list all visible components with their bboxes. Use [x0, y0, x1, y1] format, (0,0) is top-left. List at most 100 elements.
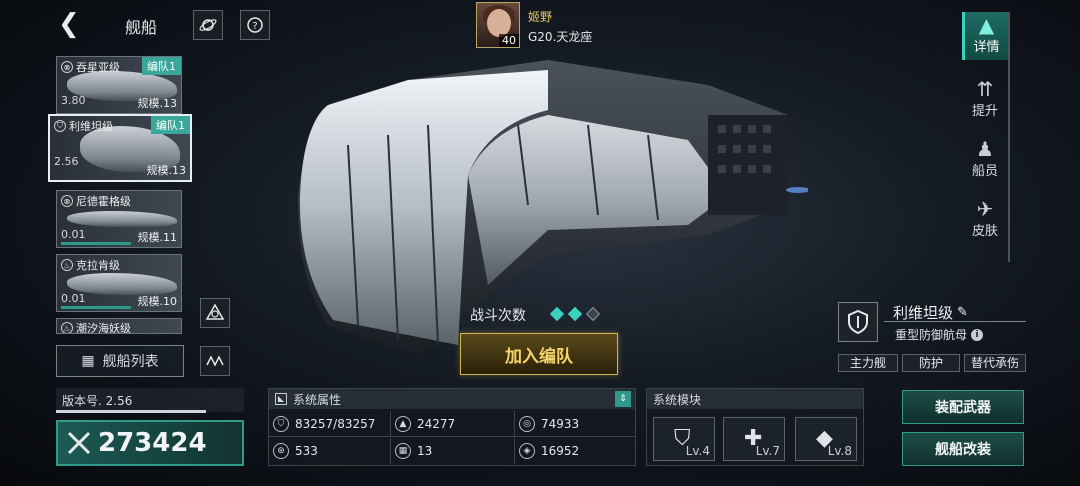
class-icon: ⛉ [54, 120, 66, 132]
ship-modify-button[interactable]: 舰船改装 [902, 432, 1024, 466]
attr-value: 74933 [541, 416, 580, 431]
attr-speed: ◈ 16952 [515, 438, 635, 464]
grid-icon: ▦ [395, 443, 411, 459]
tab-upgrade[interactable]: ⇈ 提升 [962, 78, 1008, 119]
edit-icon[interactable]: ✎ [957, 305, 968, 320]
join-fleet-button[interactable]: 加入编队 [460, 333, 618, 375]
tag-main-ship: 主力舰 [838, 354, 898, 372]
grid-icon: ▦ [81, 353, 95, 369]
fleet-badge: 编队1 [151, 116, 190, 134]
info-icon[interactable]: i [971, 328, 984, 341]
attr-grid: ▦ 13 [391, 438, 515, 464]
ship-class: 重型防御航母 [895, 328, 968, 342]
ship-card-name: 潮汐海妖级 [76, 322, 131, 334]
tab-details-label: 详情 [973, 40, 1000, 55]
ship-card-progress [61, 242, 131, 245]
equip-weapons-button[interactable]: 装配武器 [902, 390, 1024, 424]
fleet-filter-icon[interactable] [200, 298, 230, 328]
ship-card-level: 3.80 [61, 94, 86, 107]
battle-count-label: 战斗次数 [470, 308, 526, 324]
attributes-title: 系统属性 [293, 392, 342, 407]
ship-card-level: 0.01 [61, 292, 86, 305]
ship-card-tunxing[interactable]: ⊗ 吞星亚级 编队1 3.80 规模.13 [56, 56, 182, 114]
pilot-level: 40 [499, 34, 519, 47]
ship-card-scale: 规模.11 [137, 231, 178, 244]
ship-card-level: 0.01 [61, 228, 86, 241]
pilot-location: G20.天龙座 [528, 30, 593, 44]
ship-model[interactable] [288, 55, 808, 355]
ship-card-name: 尼德霍格级 [76, 195, 131, 208]
module-level: Lv.8 [827, 444, 852, 458]
ship-card-kraken[interactable]: ♨ 克拉肯级 0.01 规模.10 [56, 254, 182, 312]
attr-value: 83257/83257 [295, 416, 376, 431]
module-slot[interactable]: ◆ Lv.8 [795, 417, 857, 461]
module-level: Lv.4 [685, 444, 710, 458]
version-progress [56, 410, 206, 413]
system-modules-panel: 系统模块 ⛉ Lv.4 ✚ Lv.7 ◆ Lv.8 [646, 388, 864, 466]
attr-value: 533 [295, 444, 318, 458]
version-label: 版本号. 2.56 [56, 388, 244, 412]
ship-card-name: 吞星亚级 [76, 61, 120, 74]
system-attributes-panel: ◣ 系统属性 ⇕ ⛉ 83257/83257 ▲ 24277 ◎ 74933 ⊛ 533… [268, 388, 636, 466]
module-level: Lv.7 [755, 444, 780, 458]
armor-icon: ◎ [519, 415, 535, 432]
ship-list-label: 舰船列表 [102, 354, 159, 370]
class-icon: ♨ [61, 322, 73, 333]
class-icon: ⊗ [61, 61, 73, 73]
attr-hull: ⛉ 83257/83257 [269, 411, 391, 437]
tab-crew-label: 船员 [971, 164, 998, 179]
tab-skin-label: 皮肤 [971, 224, 998, 239]
attr-attack: ▲ 24277 [391, 411, 515, 437]
side-menu-divider [1008, 12, 1010, 262]
crew-icon: ♟ [976, 137, 994, 161]
upgrade-icon: ⇈ [976, 77, 994, 101]
ship-card-scale: 规模.13 [146, 164, 187, 177]
attr-value: 16952 [541, 444, 580, 458]
attributes-icon: ◣ [275, 393, 287, 405]
shield-stat-icon: ⊛ [273, 443, 289, 459]
back-button[interactable]: ❮ [58, 10, 80, 38]
ship-card-level: 2.56 [54, 155, 79, 168]
skin-icon: ✈ [976, 197, 994, 221]
hull-icon: ⛉ [273, 415, 289, 432]
attr-value: 13 [417, 444, 433, 458]
ship-list-button[interactable]: ▦ 舰船列表 [56, 345, 184, 377]
pilot-avatar[interactable]: 40 [476, 2, 520, 48]
ship-card-leviathan[interactable]: ⛉ 利维坦级 编队1 2.56 规模.13 [48, 114, 192, 182]
attr-armor: ◎ 74933 [515, 411, 635, 437]
ship-card-tide[interactable]: ♨ 潮汐海妖级 [56, 318, 182, 334]
page-title: 舰船 [125, 18, 158, 37]
combat-power-value: 273424 [98, 428, 207, 458]
ship-card-scale: 规模.10 [137, 295, 178, 308]
speed-icon: ◈ [519, 443, 535, 459]
tab-upgrade-label: 提升 [971, 104, 998, 119]
ship-card-progress [61, 306, 131, 309]
modules-title: 系统模块 [647, 389, 863, 409]
attack-icon: ▲ [395, 415, 411, 432]
tab-details[interactable]: ▲ 详情 [962, 12, 1008, 60]
tag-tank: 替代承伤 [964, 354, 1026, 372]
fleet-badge: 编队1 [142, 57, 181, 75]
ship-thumbnail [67, 211, 177, 227]
tab-crew[interactable]: ♟ 船员 [962, 138, 1008, 179]
ship-card-scale: 规模.13 [137, 97, 178, 110]
ship-card-nidhogg[interactable]: ⊗ 尼德霍格级 0.01 规模.11 [56, 190, 182, 248]
tab-skin[interactable]: ✈ 皮肤 [962, 198, 1008, 239]
ship-card-name: 利维坦级 [69, 120, 113, 133]
tag-defense: 防护 [902, 354, 960, 372]
attr-shield: ⊛ 533 [269, 438, 391, 464]
expand-toggle-icon[interactable]: ⇕ [615, 391, 631, 407]
sort-icon[interactable] [200, 346, 230, 376]
svg-text:?: ? [252, 21, 257, 32]
combat-power: 273424 [56, 420, 244, 466]
swords-icon [67, 431, 91, 455]
ship-card-name: 克拉肯级 [76, 259, 120, 272]
attr-value: 24277 [417, 416, 456, 431]
module-slot[interactable]: ✚ Lv.7 [723, 417, 785, 461]
module-slot[interactable]: ⛉ Lv.4 [653, 417, 715, 461]
ship-name: 利维坦级 [893, 304, 954, 322]
divider [884, 321, 1026, 322]
help-icon[interactable]: ? [240, 10, 270, 40]
class-icon: ♨ [61, 259, 73, 271]
planet-icon[interactable] [193, 10, 223, 40]
